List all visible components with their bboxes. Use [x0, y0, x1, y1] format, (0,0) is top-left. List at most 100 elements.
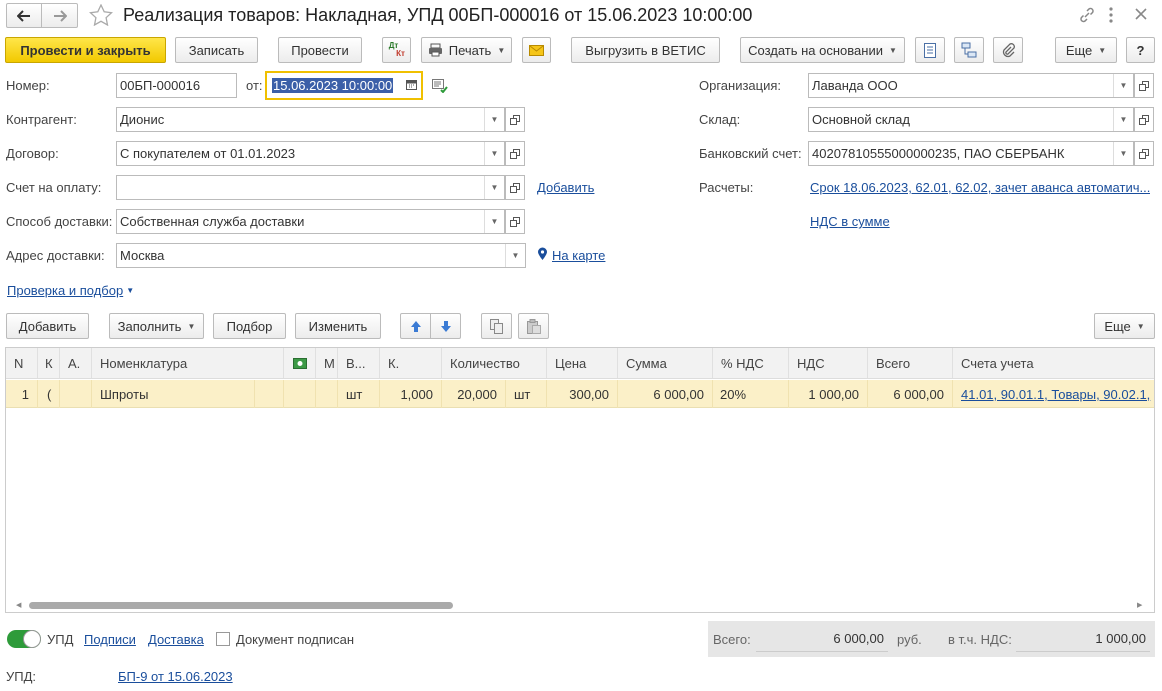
cell-vat-rate[interactable]: 20% [713, 380, 789, 408]
chevron-down-icon[interactable]: ▼ [1113, 108, 1133, 131]
close-icon[interactable] [1133, 6, 1149, 25]
change-button[interactable]: Изменить [295, 313, 381, 339]
signers-link[interactable]: Подписи [84, 632, 136, 647]
post-button[interactable]: Провести [278, 37, 362, 63]
move-up-button[interactable] [400, 313, 431, 339]
cell-k2[interactable]: 1,000 [380, 380, 442, 408]
col-header-accounts[interactable]: Счета учета [953, 348, 1154, 378]
horizontal-scrollbar[interactable] [29, 602, 453, 609]
post-and-close-button[interactable]: Провести и закрыть [5, 37, 166, 63]
paste-row-button[interactable] [518, 313, 549, 339]
settlements-link[interactable]: Срок 18.06.2023, 62.01, 62.02, зачет ава… [810, 180, 1150, 195]
organization-field[interactable]: Лаванда ООО ▼ [808, 73, 1134, 98]
cell-quantity[interactable]: 20,000 [442, 380, 506, 408]
open-contract-button[interactable] [505, 141, 525, 166]
structure-button[interactable] [954, 37, 984, 63]
bank-account-field[interactable]: 40207810555000000235, ПАО СБЕРБАНК ▼ [808, 141, 1134, 166]
vat-in-amount-link[interactable]: НДС в сумме [810, 214, 890, 229]
col-header-n[interactable]: N [6, 348, 38, 378]
col-header-item[interactable]: Номенклатура [92, 348, 284, 378]
cell-total[interactable]: 6 000,00 [868, 380, 953, 408]
col-header-total[interactable]: Всего [868, 348, 953, 378]
col-header-quantity[interactable]: Количество [442, 348, 547, 378]
invoice-field[interactable]: ▼ [116, 175, 505, 200]
cell-accounts[interactable]: 41.01, 90.01.1, Товары, 90.02.1, [953, 380, 1154, 408]
add-invoice-link[interactable]: Добавить [537, 180, 594, 195]
open-delivery-method-button[interactable] [505, 209, 525, 234]
map-link[interactable]: На карте [552, 248, 605, 263]
col-header-sum[interactable]: Сумма [618, 348, 713, 378]
col-header-price[interactable]: Цена [547, 348, 618, 378]
cell-a[interactable] [60, 380, 92, 408]
cell-price[interactable]: 300,00 [547, 380, 618, 408]
more-button[interactable]: Еще ▼ [1055, 37, 1117, 63]
upd-toggle[interactable] [7, 630, 41, 648]
pick-button[interactable]: Подбор [213, 313, 286, 339]
col-header-vat[interactable]: НДС [789, 348, 868, 378]
open-organization-button[interactable] [1134, 73, 1154, 98]
scroll-left-icon[interactable]: ◀ [16, 601, 21, 609]
check-and-pick-menu[interactable]: Проверка и подбор ▼ [7, 283, 134, 298]
chevron-down-icon[interactable]: ▼ [484, 142, 504, 165]
col-header-m[interactable]: М [316, 348, 338, 378]
col-header-price-type[interactable] [284, 348, 316, 378]
add-row-button[interactable]: Добавить [6, 313, 89, 339]
cell-item[interactable]: Шпроты [92, 380, 255, 408]
col-header-a[interactable]: А. [60, 348, 92, 378]
col-header-vat-rate[interactable]: % НДС [713, 348, 789, 378]
favorite-star-icon[interactable] [89, 3, 113, 29]
cell-sum[interactable]: 6 000,00 [618, 380, 713, 408]
email-button[interactable] [522, 37, 551, 63]
help-button[interactable]: ? [1126, 37, 1155, 63]
chevron-down-icon[interactable]: ▼ [505, 244, 525, 267]
date-field[interactable]: 15.06.2023 10:00:00 [265, 71, 423, 100]
calendar-icon[interactable] [406, 78, 417, 93]
delivery-method-field[interactable]: Собственная служба доставки ▼ [116, 209, 505, 234]
contractor-field[interactable]: Дионис ▼ [116, 107, 505, 132]
open-invoice-button[interactable] [505, 175, 525, 200]
upd-document-link[interactable]: БП-9 от 15.06.2023 [118, 669, 233, 684]
move-down-button[interactable] [430, 313, 461, 339]
fill-button[interactable]: Заполнить ▼ [109, 313, 204, 339]
document-signed-checkbox[interactable] [216, 632, 230, 646]
number-field[interactable]: 00БП-000016 [116, 73, 237, 98]
more-vertical-icon[interactable] [1108, 6, 1114, 27]
chevron-down-icon[interactable]: ▼ [484, 176, 504, 199]
cell-vat[interactable]: 1 000,00 [789, 380, 868, 408]
cell-price-type[interactable] [284, 380, 316, 408]
cell-item-extra[interactable] [255, 380, 284, 408]
save-button[interactable]: Записать [175, 37, 258, 63]
chevron-down-icon[interactable]: ▼ [484, 108, 504, 131]
delivery-link[interactable]: Доставка [148, 632, 204, 647]
chevron-down-icon[interactable]: ▼ [484, 210, 504, 233]
create-based-on-button[interactable]: Создать на основании ▼ [740, 37, 905, 63]
col-header-v[interactable]: В... [338, 348, 380, 378]
forward-button[interactable] [42, 3, 78, 28]
scroll-right-icon[interactable]: ▶ [1137, 601, 1142, 609]
open-contractor-button[interactable] [505, 107, 525, 132]
print-button[interactable]: Печать ▼ [421, 37, 512, 63]
list-report-button[interactable] [915, 37, 945, 63]
col-header-k[interactable]: К [38, 348, 60, 378]
cell-quantity-unit[interactable]: шт [506, 380, 547, 408]
copy-row-button[interactable] [481, 313, 512, 339]
table-more-button[interactable]: Еще ▼ [1094, 313, 1155, 339]
warehouse-field[interactable]: Основной склад ▼ [808, 107, 1134, 132]
accounts-link[interactable]: 41.01, 90.01.1, Товары, 90.02.1, [961, 387, 1150, 402]
contract-field[interactable]: С покупателем от 01.01.2023 ▼ [116, 141, 505, 166]
open-bank-account-button[interactable] [1134, 141, 1154, 166]
cell-unit[interactable]: шт [338, 380, 380, 408]
cell-n[interactable]: 1 [6, 380, 38, 408]
open-warehouse-button[interactable] [1134, 107, 1154, 132]
chevron-down-icon[interactable]: ▼ [1113, 142, 1133, 165]
edit-comment-icon[interactable] [432, 79, 448, 96]
chevron-down-icon[interactable]: ▼ [1113, 74, 1133, 97]
export-vetis-button[interactable]: Выгрузить в ВЕТИС [571, 37, 720, 63]
col-header-k2[interactable]: К. [380, 348, 442, 378]
back-button[interactable] [6, 3, 42, 28]
dt-kt-button[interactable]: Дт Кт [382, 37, 411, 63]
cell-m[interactable] [316, 380, 338, 408]
address-field[interactable]: Москва ▼ [116, 243, 526, 268]
cell-k[interactable]: ( [38, 380, 60, 408]
attach-button[interactable] [993, 37, 1023, 63]
